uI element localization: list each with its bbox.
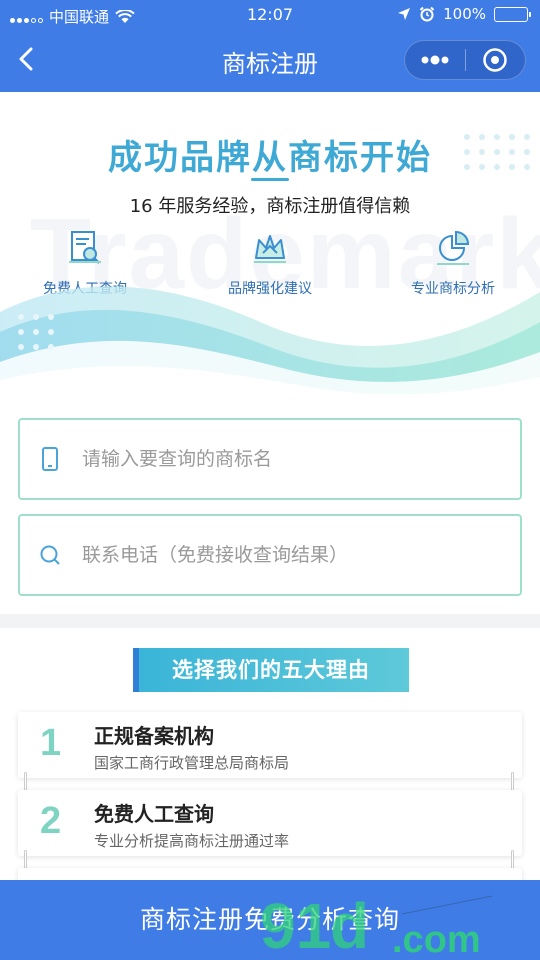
battery-icon <box>494 6 531 22</box>
status-bar: 中国联通 12:07 100% <box>0 0 540 30</box>
reason-number: 1 <box>40 722 62 764</box>
phone-input[interactable] <box>82 544 502 566</box>
close-miniprogram-button[interactable] <box>465 40 525 80</box>
back-arrow-icon[interactable] <box>12 44 42 74</box>
phone-device-icon <box>42 447 58 471</box>
hero-banner: Trademark 成功品牌从商标开始 16 年服务经验，商标注册值得信赖 免费… <box>0 92 540 402</box>
query-form <box>0 402 540 614</box>
hero-title: 成功品牌从商标开始 <box>108 138 432 178</box>
top-bar: 中国联通 12:07 100% 商标注册 <box>0 0 540 92</box>
reason-card: 1 正规备案机构 国家工商行政管理总局商标局 <box>18 712 522 778</box>
trademark-name-field[interactable] <box>18 418 522 500</box>
reasons-section: 选择我们的五大理由 1 正规备案机构 国家工商行政管理总局商标局 2 免费人工查… <box>0 628 540 898</box>
reasons-heading: 选择我们的五大理由 <box>133 648 419 700</box>
reason-desc: 国家工商行政管理总局商标局 <box>94 754 290 772</box>
phone-field[interactable] <box>18 514 522 596</box>
nav-bar: 商标注册 <box>0 30 540 92</box>
search-icon <box>40 545 60 565</box>
hero-wave-decoration <box>0 286 540 402</box>
free-analysis-button[interactable]: 商标注册免费分析查询 <box>0 880 540 960</box>
target-circle-icon <box>483 48 507 72</box>
reason-card: 2 免费人工查询 专业分析提高商标注册通过率 <box>18 790 522 856</box>
more-button[interactable] <box>405 40 465 80</box>
battery-percent: 100% <box>443 5 486 23</box>
reason-number: 2 <box>40 800 62 842</box>
reason-title: 正规备案机构 <box>94 724 214 748</box>
location-arrow-icon <box>398 8 411 20</box>
reason-title: 免费人工查询 <box>94 802 214 826</box>
hero-subtitle: 16 年服务经验，商标注册值得信赖 <box>129 196 411 217</box>
status-right: 100% <box>397 5 531 23</box>
trademark-name-input[interactable] <box>82 448 502 470</box>
dot-pattern-left <box>18 314 54 350</box>
capsule-menu <box>404 40 526 80</box>
reason-desc: 专业分析提高商标注册通过率 <box>94 832 290 850</box>
hero-underline <box>251 178 289 181</box>
more-dots-icon <box>421 55 449 65</box>
alarm-icon <box>419 6 435 22</box>
